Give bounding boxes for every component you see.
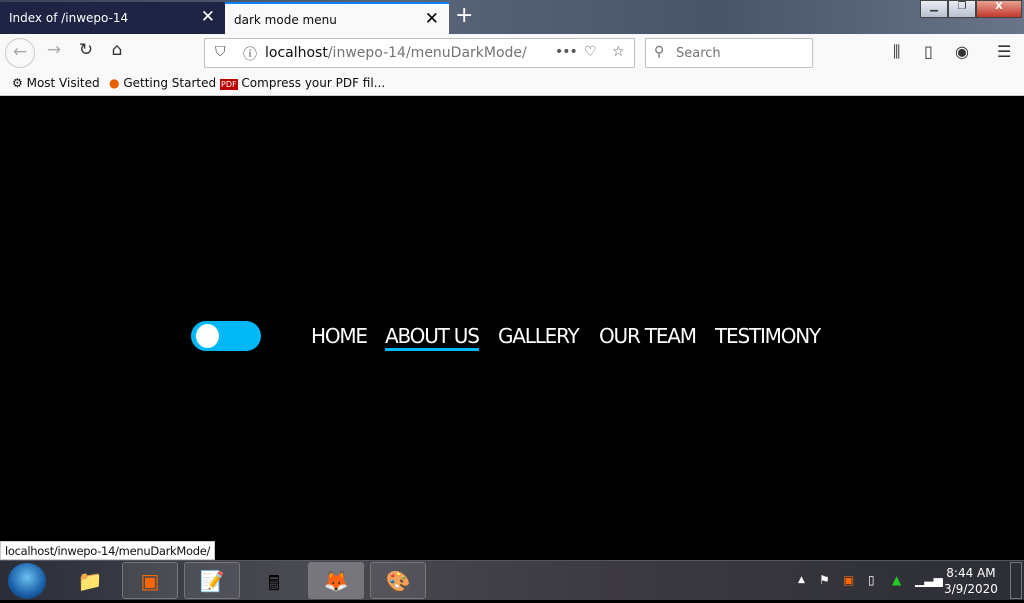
close-tab-icon[interactable]: ✕ (201, 7, 215, 27)
calculator-icon[interactable]: 🖩 (246, 562, 302, 599)
page-content: HOME ABOUT US GALLERY OUR TEAM TESTIMONY (0, 96, 1024, 560)
pocket-icon[interactable]: ♡ (584, 44, 597, 60)
action-center-flag-icon[interactable]: ⚑ (819, 573, 830, 587)
page-actions-icon[interactable]: ••• (555, 44, 578, 60)
xampp-tray-icon[interactable]: ▣ (843, 573, 854, 587)
new-tab-button[interactable]: + (455, 3, 473, 28)
show-hidden-icons[interactable]: ▲ (798, 575, 805, 585)
library-icon[interactable]: ⫼ (893, 42, 900, 62)
tab-label: Index of /inwepo-14 (9, 11, 129, 25)
menu-about-us[interactable]: ABOUT US (385, 324, 480, 351)
explorer-icon[interactable]: 📁 (62, 562, 118, 599)
search-icon: ⚲ (654, 44, 665, 60)
search-placeholder: Search (676, 46, 721, 61)
minimize-button[interactable]: ▁ (920, 0, 948, 18)
search-input[interactable]: ⚲ Search (645, 38, 813, 68)
menu-our-team[interactable]: OUR TEAM (599, 324, 697, 348)
gear-icon: ⚙ (12, 76, 23, 90)
close-tab-icon[interactable]: ✕ (425, 9, 439, 29)
info-icon[interactable]: ⓘ (243, 44, 257, 64)
menu-testimony[interactable]: TESTIMONY (715, 324, 821, 348)
url-host: localhost (265, 45, 328, 61)
show-desktop-button[interactable] (1010, 562, 1022, 599)
tab-dark-mode-menu[interactable]: dark mode menu ✕ (225, 2, 449, 34)
pdf-icon: PDF (220, 79, 238, 90)
power-icon[interactable]: ▯ (868, 573, 875, 587)
bookmark-getting-started[interactable]: ● Getting Started (109, 76, 216, 90)
shield-icon[interactable]: ⛉ (215, 44, 226, 60)
forward-button[interactable]: → (41, 40, 67, 60)
dark-mode-toggle[interactable] (191, 321, 261, 351)
bookmark-star-icon[interactable]: ☆ (612, 44, 625, 60)
home-button[interactable]: ⌂ (104, 40, 130, 60)
close-window-button[interactable]: X (976, 0, 1022, 18)
account-icon[interactable]: ◉ (955, 42, 969, 61)
firefox-taskbar-icon[interactable]: 🦊 (308, 562, 364, 599)
reload-button[interactable]: ↻ (73, 40, 99, 60)
navigation-toolbar: ← → ↻ ⌂ ⛉ ⓘ localhost/inwepo-14/menuDark… (0, 34, 1024, 72)
back-button[interactable]: ← (5, 38, 35, 68)
menu-icon[interactable]: ☰ (997, 42, 1011, 61)
sidebar-icon[interactable]: ▯ (924, 42, 933, 61)
time: 8:44 AM (946, 566, 996, 580)
bookmark-compress-pdf[interactable]: PDF Compress your PDF fil... (220, 76, 385, 90)
menu-gallery[interactable]: GALLERY (498, 324, 580, 348)
firefox-icon: ● (109, 76, 120, 90)
clock[interactable]: 8:44 AM 3/9/2020 (944, 565, 998, 597)
green-triangle-icon[interactable]: ▲ (892, 573, 901, 587)
bookmark-most-visited[interactable]: ⚙ Most Visited (12, 76, 100, 90)
restore-button[interactable]: ❐ (948, 0, 976, 18)
title-bar: Index of /inwepo-14 ✕ dark mode menu ✕ + ▁… (0, 0, 1024, 34)
bookmarks-toolbar: ⚙ Most Visited ● Getting Started PDF Com… (0, 72, 1024, 96)
notepad-icon[interactable]: 📝 (184, 562, 240, 599)
paint-icon[interactable]: 🎨 (370, 562, 426, 599)
status-bar-url: localhost/inwepo-14/menuDarkMode/ (0, 541, 216, 560)
tab-index[interactable]: Index of /inwepo-14 ✕ (0, 2, 225, 34)
url-bar[interactable]: ⛉ ⓘ localhost/inwepo-14/menuDarkMode/ ••… (204, 38, 635, 68)
menu-home[interactable]: HOME (311, 324, 368, 348)
date: 3/9/2020 (944, 582, 998, 596)
tab-label: dark mode menu (234, 13, 337, 27)
taskbar: 📁 ▣ 📝 🖩 🦊 🎨 ▲ ⚑ ▣ ▯ ▲ ▁▃▅ 8:44 AM 3/9/202… (0, 560, 1024, 600)
start-button[interactable] (8, 563, 46, 599)
toggle-knob (196, 324, 219, 348)
network-signal-icon[interactable]: ▁▃▅ (915, 573, 943, 587)
url-path: /inwepo-14/menuDarkMode/ (327, 45, 527, 61)
xampp-icon[interactable]: ▣ (122, 562, 178, 599)
